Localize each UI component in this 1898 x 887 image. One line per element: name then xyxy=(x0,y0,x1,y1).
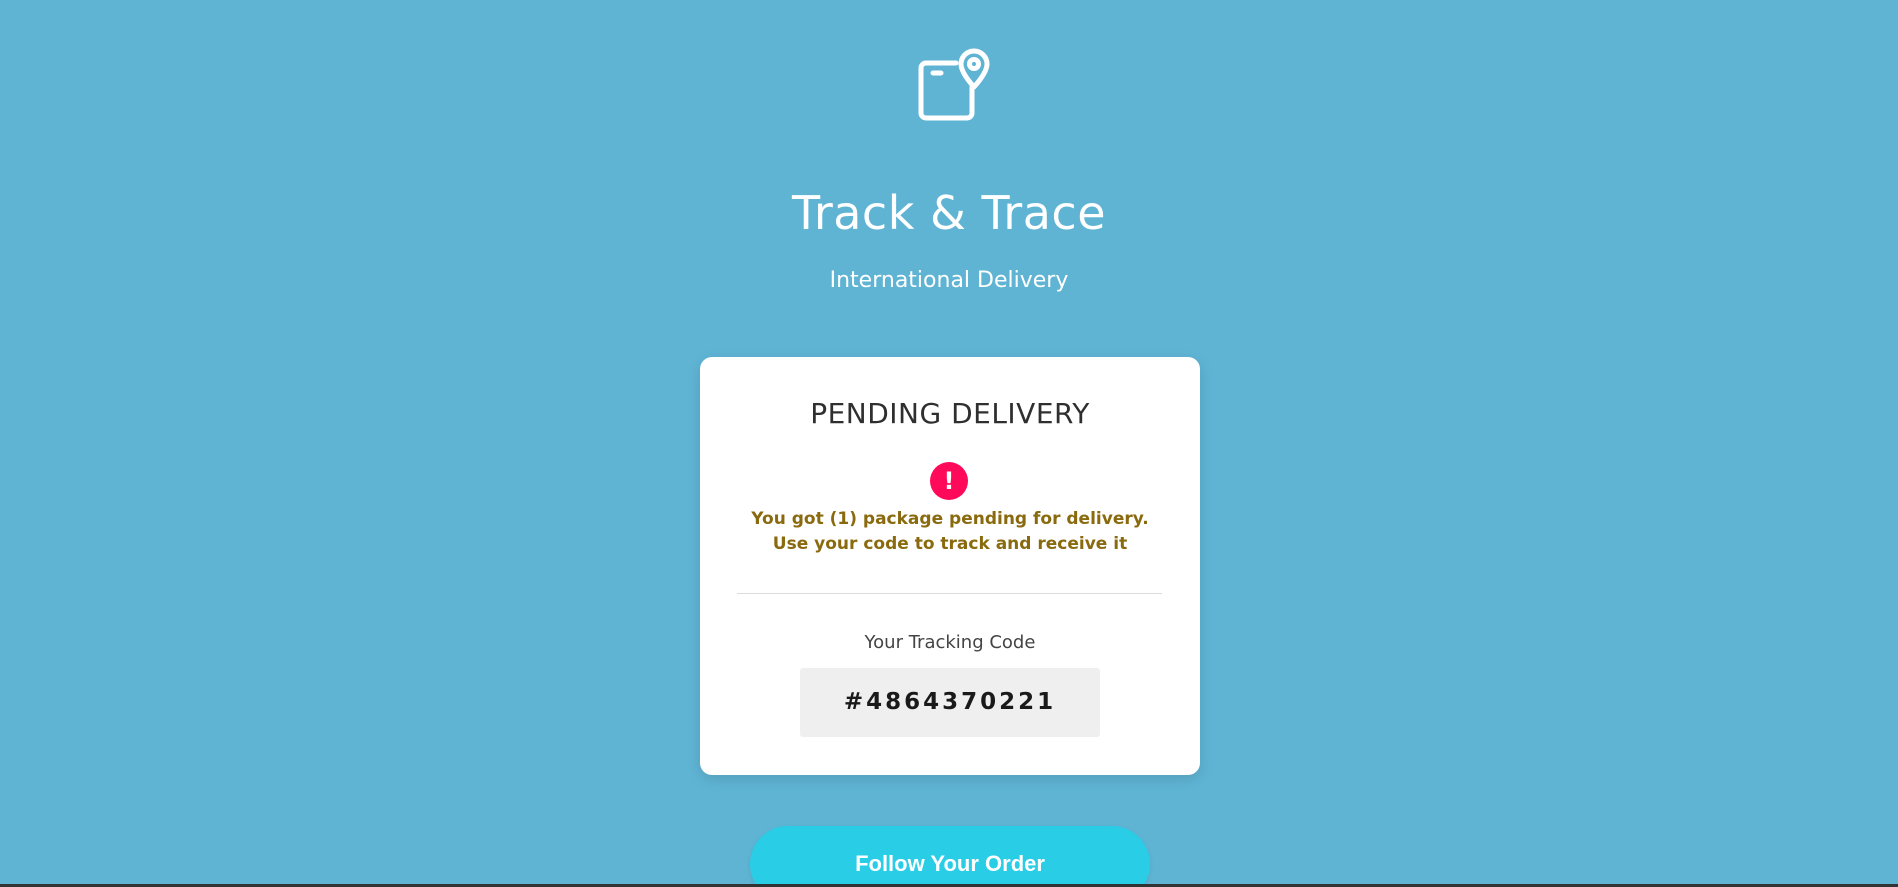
pending-notice: You got (1) package pending for delivery… xyxy=(700,507,1200,557)
tracking-code-value: #4864370221 xyxy=(800,668,1100,737)
notice-line-2: Use your code to track and receive it xyxy=(772,534,1128,554)
delivery-card: PENDING DELIVERY ! You got (1) package p… xyxy=(700,357,1200,775)
page-subtitle: International Delivery xyxy=(829,268,1069,293)
follow-order-button[interactable]: Follow Your Order xyxy=(750,826,1150,887)
page-title: Track & Trace xyxy=(791,186,1106,240)
card-heading: PENDING DELIVERY xyxy=(810,397,1090,430)
exclamation-icon: ! xyxy=(930,462,968,500)
notice-line-1: You got (1) package pending for delivery… xyxy=(751,509,1149,529)
tracking-code-label: Your Tracking Code xyxy=(864,632,1036,653)
divider xyxy=(737,593,1162,594)
package-location-icon xyxy=(914,42,994,122)
